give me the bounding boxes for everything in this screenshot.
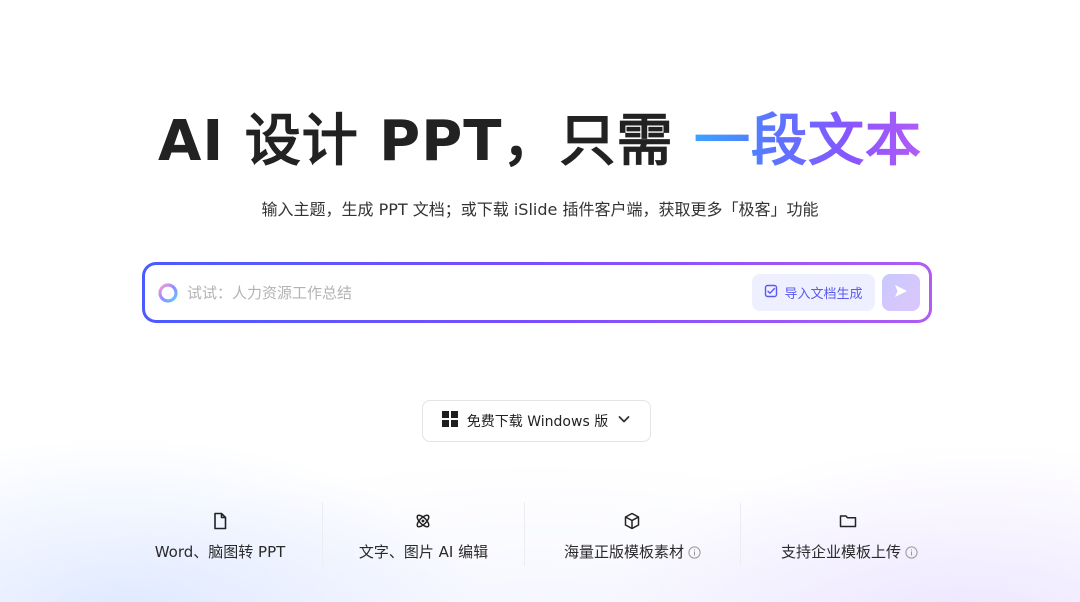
download-label: 免费下载 Windows 版	[466, 414, 609, 430]
ai-logo-icon	[157, 282, 179, 304]
feature-label-wrap: 支持企业模板上传	[741, 541, 958, 563]
info-icon[interactable]	[905, 545, 918, 563]
search-box-inner: 导入文档生成	[145, 265, 929, 320]
atom-icon	[414, 512, 432, 530]
feature-item-word-to-ppt: Word、脑图转 PPT	[118, 502, 322, 566]
info-icon[interactable]	[688, 545, 701, 563]
feature-label: 文字、图片 AI 编辑	[358, 543, 489, 561]
hero-subtitle: 输入主题，生成 PPT 文档；或下载 iSlide 插件客户端，获取更多「极客」…	[261, 200, 819, 219]
send-button[interactable]	[882, 274, 920, 311]
search-input[interactable]	[187, 279, 747, 307]
feature-item-templates: 海量正版模板素材	[525, 502, 740, 566]
hero-title-highlight: 一段文本	[693, 109, 922, 174]
edit-document-icon	[764, 284, 778, 302]
import-document-label: 导入文档生成	[784, 287, 863, 302]
feature-item-enterprise-upload: 支持企业模板上传	[741, 502, 958, 566]
windows-logo-icon	[441, 411, 458, 431]
chevron-down-icon	[617, 412, 631, 430]
feature-label: 海量正版模板素材	[563, 543, 684, 561]
cube-icon	[623, 512, 641, 530]
import-document-button[interactable]: 导入文档生成	[752, 274, 875, 311]
hero-title-plain: AI 设计 PPT，只需	[158, 109, 694, 174]
folder-icon	[839, 512, 857, 530]
hero-title: AI 设计 PPT，只需 一段文本	[0, 108, 1080, 176]
feature-label: 支持企业模板上传	[780, 543, 901, 561]
feature-label: Word、脑图转 PPT	[154, 543, 286, 561]
send-icon	[893, 283, 909, 303]
download-windows-button[interactable]: 免费下载 Windows 版	[422, 400, 651, 442]
search-box: 导入文档生成	[142, 262, 932, 323]
feature-list: Word、脑图转 PPT 文字、图片 AI 编辑 海量正版模板素材 支持企业模板…	[118, 502, 958, 566]
document-icon	[211, 512, 229, 530]
feature-label-wrap: 海量正版模板素材	[525, 541, 740, 563]
feature-item-ai-edit: 文字、图片 AI 编辑	[323, 502, 524, 566]
